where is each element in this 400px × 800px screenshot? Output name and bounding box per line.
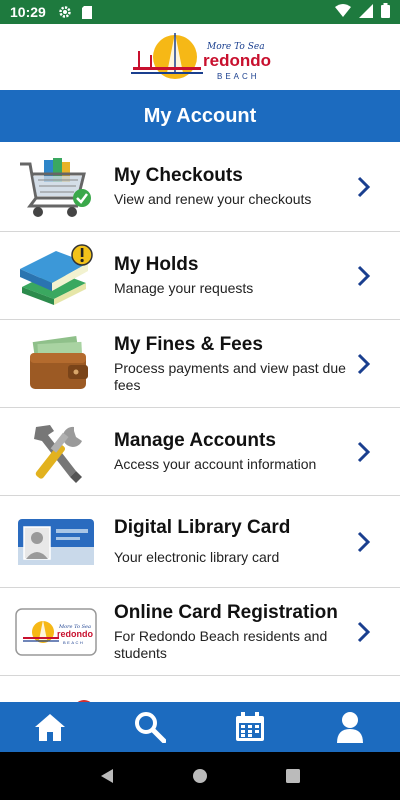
partial-item-icon (14, 661, 98, 702)
chevron-right-icon (357, 441, 371, 462)
account-menu-list[interactable]: My Checkouts View and renew your checkou… (0, 142, 400, 702)
recents-icon[interactable] (285, 768, 301, 784)
menu-item-subtitle: Manage your requests (114, 280, 254, 296)
back-icon[interactable] (99, 768, 115, 784)
user-icon (337, 712, 363, 743)
menu-item-manage-accounts[interactable]: Manage Accounts Access your account info… (0, 408, 400, 496)
menu-item-my-holds[interactable]: My Holds Manage your requests (0, 232, 400, 320)
sd-card-icon (81, 5, 92, 19)
calendar-icon (236, 712, 264, 741)
menu-item-my-fines-fees[interactable]: My Fines & Fees Process payments and vie… (0, 320, 400, 408)
chevron-right-icon (357, 353, 371, 374)
menu-item-subtitle: View and renew your checkouts (114, 191, 312, 207)
menu-item-subtitle: For Redondo Beach residents and students (114, 627, 328, 661)
menu-item-title: Manage Accounts (114, 430, 276, 451)
system-nav-bar (0, 752, 400, 800)
menu-item-title: Digital Library Card (114, 517, 291, 538)
logo-sub: BEACH (217, 72, 260, 81)
logo-name: redondo (203, 51, 271, 70)
menu-item-title: Online Card Registration (114, 601, 338, 623)
svg-text:redondo: redondo (57, 629, 93, 639)
svg-text:BEACH: BEACH (63, 640, 84, 645)
nav-account-button[interactable] (320, 702, 380, 752)
status-time: 10:29 (10, 4, 46, 20)
chevron-right-icon (357, 621, 371, 642)
books-alert-icon (14, 241, 98, 311)
wifi-icon (335, 4, 351, 20)
library-card-icon (14, 507, 98, 577)
status-bar: 10:29 (0, 0, 400, 24)
signal-icon (359, 3, 373, 21)
menu-item-digital-library-card[interactable]: Digital Library Card Your electronic lib… (0, 496, 400, 588)
redondo-beach-logo: More To Sea redondo BEACH (131, 33, 271, 81)
tools-icon (14, 417, 98, 487)
menu-item-subtitle: Access your account information (114, 456, 317, 472)
nav-calendar-button[interactable] (220, 702, 280, 752)
search-icon (135, 712, 166, 743)
chevron-right-icon (357, 265, 371, 286)
brand-header: More To Sea redondo BEACH (0, 24, 400, 90)
redondo-logo-card-icon: More To Sea redondo BEACH (14, 597, 98, 667)
chevron-right-icon (357, 176, 371, 197)
settings-gear-icon (58, 5, 72, 19)
menu-item-title: My Checkouts (114, 165, 243, 186)
menu-item-my-checkouts[interactable]: My Checkouts View and renew your checkou… (0, 142, 400, 232)
menu-item-title: My Fines & Fees (114, 333, 263, 355)
home-icon (35, 714, 65, 741)
nav-home-button[interactable] (20, 702, 80, 752)
nav-search-button[interactable] (120, 702, 180, 752)
menu-item-partial[interactable] (0, 676, 400, 702)
home-circle-icon[interactable] (192, 768, 208, 784)
shopping-cart-icon (14, 152, 98, 222)
menu-item-subtitle: Process payments and view past due fees (114, 359, 346, 393)
menu-item-subtitle: Your electronic library card (114, 549, 280, 565)
battery-icon (381, 3, 390, 21)
page-title: My Account (143, 104, 257, 127)
bottom-nav-bar (0, 702, 400, 752)
page-title-bar: My Account (0, 90, 400, 142)
menu-item-title: My Holds (114, 254, 199, 275)
wallet-icon (14, 329, 98, 399)
chevron-right-icon (357, 531, 371, 552)
